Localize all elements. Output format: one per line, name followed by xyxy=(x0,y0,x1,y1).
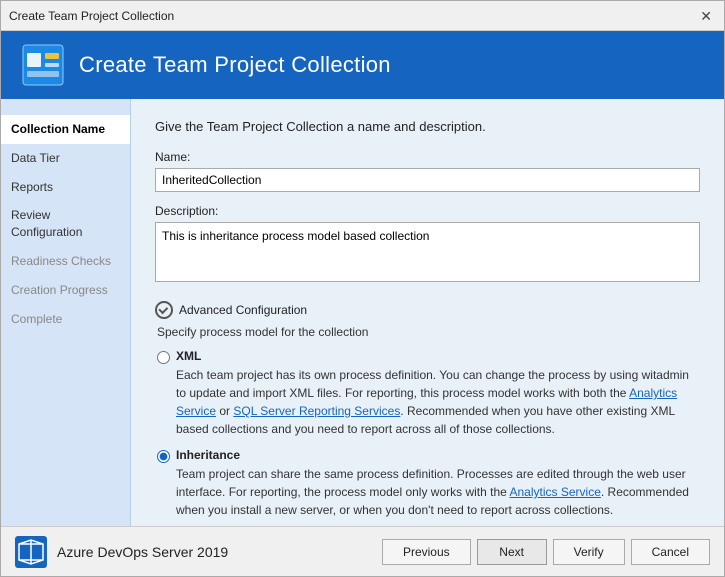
xml-desc-part1: Each team project has its own process de… xyxy=(176,368,689,400)
sidebar-item-reports[interactable]: Reports xyxy=(1,173,130,202)
footer: Azure DevOps Server 2019 Previous Next V… xyxy=(1,526,724,576)
inheritance-desc: Team project can share the same process … xyxy=(176,465,700,519)
sidebar: Collection Name Data Tier Reports Review… xyxy=(1,99,131,526)
window-title: Create Team Project Collection xyxy=(9,9,174,23)
main-window: Create Team Project Collection ✕ Create … xyxy=(0,0,725,577)
sidebar-item-complete: Complete xyxy=(1,305,130,334)
close-button[interactable]: ✕ xyxy=(696,9,716,23)
header-title: Create Team Project Collection xyxy=(79,52,391,78)
sql-reporting-link[interactable]: SQL Server Reporting Services xyxy=(233,404,400,418)
inheritance-radio-item: Inheritance Team project can share the s… xyxy=(157,448,700,519)
footer-app-name: Azure DevOps Server 2019 xyxy=(57,544,228,560)
sidebar-item-creation-progress: Creation Progress xyxy=(1,276,130,305)
footer-left: Azure DevOps Server 2019 xyxy=(15,536,228,568)
app-icon xyxy=(21,43,65,87)
sidebar-item-readiness-checks: Readiness Checks xyxy=(1,247,130,276)
advanced-section: Advanced Configuration Specify process m… xyxy=(155,301,700,526)
inheritance-text-group: Inheritance Team project can share the s… xyxy=(176,448,700,519)
xml-desc-part2: or xyxy=(216,404,233,418)
sidebar-item-data-tier[interactable]: Data Tier xyxy=(1,144,130,173)
cancel-button[interactable]: Cancel xyxy=(631,539,710,565)
xml-text-group: XML Each team project has its own proces… xyxy=(176,349,700,438)
analytics-service-link-inheritance[interactable]: Analytics Service xyxy=(510,485,601,499)
next-button[interactable]: Next xyxy=(477,539,547,565)
xml-desc: Each team project has its own process de… xyxy=(176,366,700,438)
name-group: Name: xyxy=(155,150,700,192)
inheritance-radio-input[interactable] xyxy=(157,450,170,463)
name-input[interactable] xyxy=(155,168,700,192)
description-input[interactable]: This is inheritance process model based … xyxy=(155,222,700,282)
description-group: Description: This is inheritance process… xyxy=(155,204,700,285)
footer-buttons: Previous Next Verify Cancel xyxy=(382,539,710,565)
toggle-icon xyxy=(155,301,173,319)
advanced-toggle[interactable]: Advanced Configuration xyxy=(155,301,700,319)
main-panel: Give the Team Project Collection a name … xyxy=(131,99,724,526)
inheritance-radio-label[interactable]: Inheritance Team project can share the s… xyxy=(157,448,700,519)
xml-radio-item: XML Each team project has its own proces… xyxy=(157,349,700,438)
footer-app-icon xyxy=(15,536,47,568)
xml-title: XML xyxy=(176,349,700,363)
advanced-label: Advanced Configuration xyxy=(179,303,307,317)
verify-button[interactable]: Verify xyxy=(553,539,625,565)
sidebar-item-review-configuration[interactable]: Review Configuration xyxy=(1,201,130,247)
xml-radio-input[interactable] xyxy=(157,351,170,364)
specify-text: Specify process model for the collection xyxy=(157,325,700,339)
description-label: Description: xyxy=(155,204,700,218)
previous-button[interactable]: Previous xyxy=(382,539,471,565)
header-bar: Create Team Project Collection xyxy=(1,31,724,99)
title-bar: Create Team Project Collection ✕ xyxy=(1,1,724,31)
xml-radio-label[interactable]: XML Each team project has its own proces… xyxy=(157,349,700,438)
inheritance-title: Inheritance xyxy=(176,448,700,462)
radio-group: XML Each team project has its own proces… xyxy=(157,349,700,519)
content-area: Collection Name Data Tier Reports Review… xyxy=(1,99,724,526)
name-label: Name: xyxy=(155,150,700,164)
section-description: Give the Team Project Collection a name … xyxy=(155,119,700,134)
sidebar-item-collection-name[interactable]: Collection Name xyxy=(1,115,130,144)
